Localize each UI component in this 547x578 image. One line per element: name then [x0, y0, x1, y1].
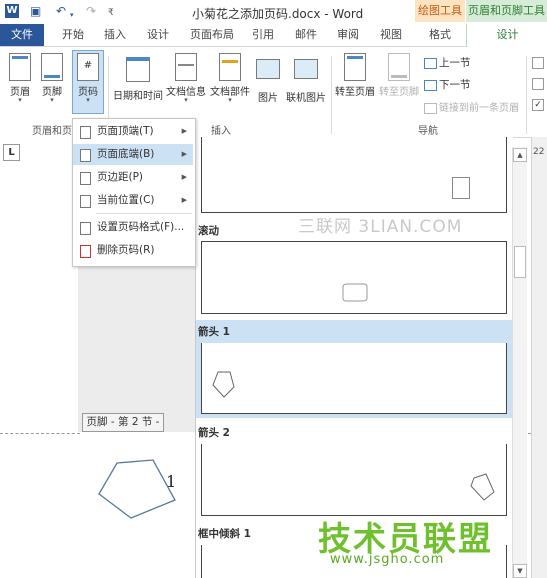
gallery-item-label: 箭头 2	[198, 427, 230, 439]
page-margin-icon	[80, 172, 91, 185]
page-number-button-content[interactable]: # 页码 ▾	[73, 51, 103, 104]
tab-view[interactable]: 视图	[373, 24, 409, 46]
gallery-item-label: 滚动	[198, 225, 219, 237]
ruler-number: 22	[533, 147, 545, 157]
tab-home[interactable]: 开始	[55, 24, 91, 46]
gallery-thumbnail-prev[interactable]	[201, 137, 507, 213]
save-icon[interactable]: ▣	[30, 3, 41, 19]
next-section-icon	[424, 79, 437, 91]
scrollbar-thumb[interactable]	[514, 246, 526, 278]
group-label-navigation: 导航	[418, 126, 438, 137]
footer-button[interactable]: 页脚 ▾	[38, 51, 66, 104]
undo-icon[interactable]: ↶	[56, 3, 66, 19]
footer-boundary	[0, 433, 80, 434]
next-section-button[interactable]: 下一节	[424, 77, 471, 92]
gallery-thumbnail-arrow1[interactable]	[201, 343, 507, 414]
page-number-shape	[452, 177, 470, 199]
document-left-margin	[0, 137, 78, 578]
tab-page-layout[interactable]: 页面布局	[187, 24, 237, 46]
footer-page-number[interactable]: 1	[166, 472, 176, 491]
submenu-arrow-icon: ▶	[181, 196, 187, 204]
customize-qat-icon[interactable]: ₹	[108, 5, 114, 21]
tab-file[interactable]: 文件	[0, 24, 44, 46]
option-checkbox-3[interactable]: ✓	[532, 99, 544, 111]
tab-insert[interactable]: 插入	[97, 24, 133, 46]
tab-mailings[interactable]: 邮件	[288, 24, 324, 46]
tab-stop-selector[interactable]: L	[3, 144, 20, 161]
previous-section-icon	[424, 57, 437, 69]
current-position-icon	[80, 195, 91, 208]
menu-item-remove-page-numbers[interactable]: 删除页码(R)	[73, 240, 193, 261]
option-checkbox-2[interactable]	[532, 78, 544, 90]
page-bottom-icon	[80, 149, 91, 162]
header-button[interactable]: 页眉 ▾	[6, 51, 34, 104]
watermark-url: www.jsgho.com	[330, 552, 445, 567]
calendar-icon	[126, 57, 150, 82]
vertical-ruler	[531, 137, 547, 578]
link-icon	[424, 102, 437, 114]
submenu-arrow-icon: ▶	[181, 173, 187, 181]
arrow-right-shape-icon	[470, 473, 495, 501]
page-top-icon	[80, 126, 91, 139]
picture-icon	[256, 59, 280, 79]
option-checkbox-1[interactable]	[532, 57, 544, 69]
menu-separator	[96, 213, 192, 214]
context-group-drawing-tools: 绘图工具	[415, 0, 465, 22]
submenu-arrow-icon: ▶	[181, 127, 187, 135]
gallery-item-label: 框中倾斜 1	[198, 528, 251, 540]
context-group-header-footer-tools: 页眉和页脚工具	[466, 0, 547, 22]
window-title: 小菊花之添加页码.docx - Word	[192, 7, 364, 21]
footer-icon	[41, 53, 63, 81]
watermark-3lian: 三联网 3LIAN.COM	[298, 217, 463, 237]
group-label-header-footer: 页眉和页	[32, 126, 72, 137]
page-number-icon: #	[77, 53, 99, 81]
gallery-thumbnail-arrow2[interactable]	[201, 444, 507, 516]
menu-item-format-page-numbers[interactable]: 设置页码格式(F)...	[73, 217, 193, 238]
goto-footer-button[interactable]: 转至页脚	[378, 51, 420, 98]
gallery-scrollbar[interactable]	[512, 147, 527, 578]
goto-header-button[interactable]: 转至页眉	[334, 51, 376, 98]
undo-dropdown-icon[interactable]: ▾	[70, 7, 74, 23]
online-picture-icon	[294, 59, 318, 79]
menu-item-current-position[interactable]: 当前位置(C) ▶	[73, 190, 193, 211]
menu-item-top-of-page[interactable]: 页面顶端(T) ▶	[73, 121, 193, 142]
doc-info-button[interactable]: 文档信息 ▾	[164, 51, 208, 104]
previous-section-button[interactable]: 上一节	[424, 55, 471, 70]
goto-footer-icon	[388, 53, 410, 81]
tab-format[interactable]: 格式	[420, 24, 460, 46]
tab-hf-design[interactable]: 设计	[466, 24, 547, 47]
goto-header-icon	[344, 53, 366, 81]
doc-parts-button[interactable]: 文档部件 ▾	[208, 51, 252, 104]
scroll-shape-icon	[342, 283, 368, 302]
group-separator	[331, 56, 332, 134]
arrow-left-shape-icon	[212, 371, 235, 398]
scroll-up-icon[interactable]: ▲	[513, 148, 527, 162]
gallery-thumbnail-scroll[interactable]	[201, 241, 507, 314]
online-picture-button[interactable]: 联机图片	[284, 51, 328, 104]
tab-references[interactable]: 引用	[245, 24, 281, 46]
link-to-previous-button[interactable]: 链接到前一条页眉	[424, 99, 519, 114]
date-time-button[interactable]: 日期和时间	[112, 51, 164, 102]
tab-design[interactable]: 设计	[140, 24, 176, 46]
header-icon	[9, 53, 31, 81]
gallery-item-label: 箭头 1	[198, 326, 230, 338]
remove-page-number-icon	[80, 245, 91, 258]
doc-info-icon	[175, 53, 197, 81]
submenu-arrow-icon: ▶	[181, 150, 187, 158]
doc-parts-icon	[219, 53, 241, 81]
tab-review[interactable]: 审阅	[330, 24, 366, 46]
picture-button[interactable]: 图片	[252, 51, 284, 104]
menu-item-page-margins[interactable]: 页边距(P) ▶	[73, 167, 193, 188]
group-label-insert: 插入	[211, 126, 231, 137]
format-page-number-icon	[80, 222, 91, 235]
group-separator	[526, 56, 527, 134]
word-logo-icon: W	[5, 4, 19, 18]
menu-item-bottom-of-page[interactable]: 页面底端(B) ▶	[73, 144, 193, 165]
redo-icon[interactable]: ↷	[86, 3, 96, 19]
footer-section-tag: 页脚 - 第 2 节 -	[82, 413, 164, 432]
scroll-down-icon[interactable]: ▼	[513, 564, 527, 578]
